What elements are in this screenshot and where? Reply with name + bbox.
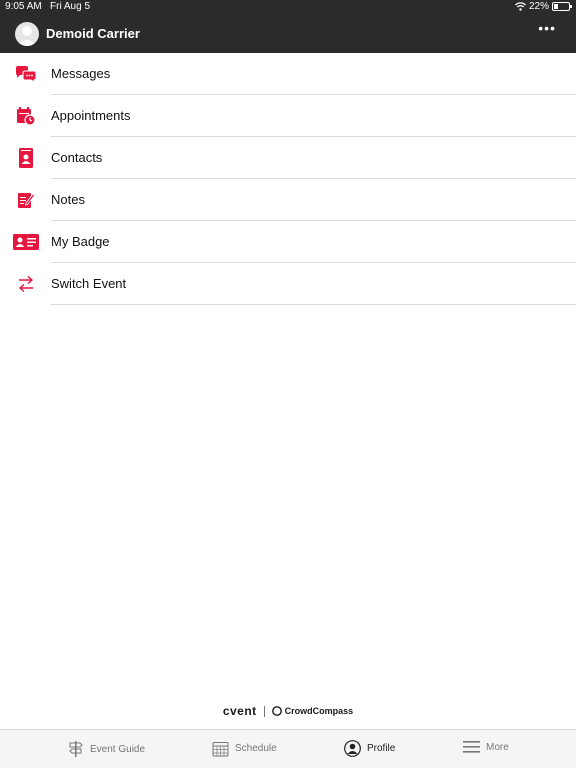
appointments-icon xyxy=(12,105,40,127)
calendar-icon xyxy=(212,742,229,757)
profile-header: Demoid Carrier ••• xyxy=(0,14,576,53)
wifi-icon xyxy=(515,2,526,11)
menu-item-appointments[interactable]: Appointments xyxy=(0,95,576,137)
status-time: 9:05 AM xyxy=(5,1,42,12)
tab-more[interactable]: More xyxy=(463,740,509,754)
menu-item-label: Messages xyxy=(51,66,111,81)
brand-separator xyxy=(263,705,265,717)
menu-item-notes[interactable]: Notes xyxy=(0,179,576,221)
menu-item-contacts[interactable]: Contacts xyxy=(0,137,576,179)
battery-percent: 22% xyxy=(528,1,549,12)
menu-item-label: Switch Event xyxy=(51,276,127,291)
menu-item-label: Appointments xyxy=(51,108,131,123)
crowdcompass-icon xyxy=(271,706,282,716)
messages-icon xyxy=(12,63,40,85)
menu-item-label: Notes xyxy=(51,192,85,207)
divider xyxy=(51,304,576,305)
menu-item-my-badge[interactable]: My Badge xyxy=(0,221,576,263)
branding-footer: cvent CrowdCompass xyxy=(0,704,576,718)
crowdcompass-logo: CrowdCompass xyxy=(271,706,354,716)
tab-label: More xyxy=(486,741,509,753)
status-date: Fri Aug 5 xyxy=(50,1,91,12)
profile-name: Demoid Carrier xyxy=(46,26,140,41)
signpost-icon xyxy=(69,741,83,757)
tab-label: Event Guide xyxy=(90,743,146,755)
menu-item-messages[interactable]: Messages xyxy=(0,53,576,95)
profile-menu: Messages Appointments Contacts Notes My … xyxy=(0,53,576,305)
status-right: 22% xyxy=(515,1,572,12)
menu-item-switch-event[interactable]: Switch Event xyxy=(0,263,576,305)
battery-charging-icon xyxy=(552,2,572,11)
crowdcompass-text: CrowdCompass xyxy=(284,706,354,716)
avatar[interactable] xyxy=(15,22,39,46)
tab-profile[interactable]: Profile xyxy=(344,740,395,757)
tab-bar: Event Guide Schedule Profile More xyxy=(0,729,576,768)
more-dots-icon[interactable]: ••• xyxy=(538,20,556,36)
status-bar: 9:05 AM Fri Aug 5 22% xyxy=(0,0,576,14)
switch-icon xyxy=(12,273,40,295)
tab-label: Profile xyxy=(367,743,396,754)
badge-icon xyxy=(12,231,40,253)
profile-icon xyxy=(344,740,361,757)
tab-label: Schedule xyxy=(235,743,277,754)
tab-schedule[interactable]: Schedule xyxy=(212,740,277,757)
hamburger-icon xyxy=(463,741,480,753)
cvent-logo: cvent xyxy=(222,704,257,718)
notes-icon xyxy=(12,189,40,211)
tab-event-guide[interactable]: Event Guide xyxy=(68,740,145,758)
menu-item-label: Contacts xyxy=(51,150,103,165)
menu-item-label: My Badge xyxy=(51,234,110,249)
contacts-icon xyxy=(12,147,40,169)
